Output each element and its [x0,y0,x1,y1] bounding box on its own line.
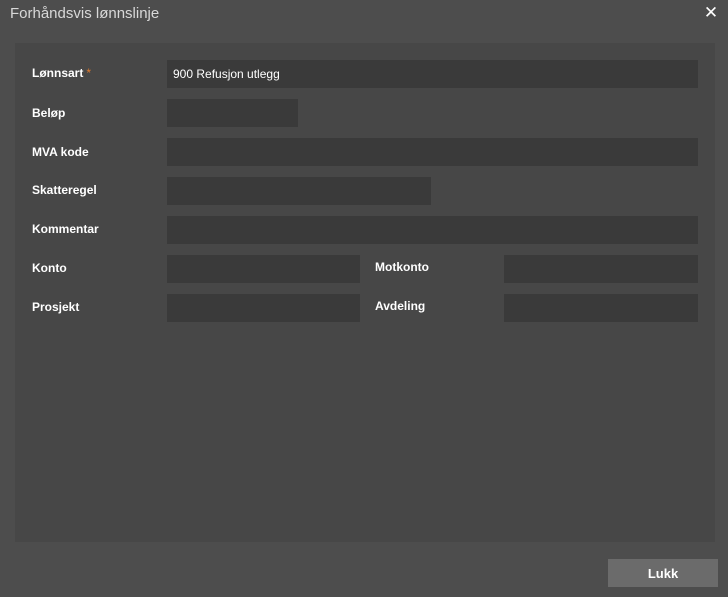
kommentar-field[interactable] [167,216,698,244]
prosjekt-field[interactable] [167,294,360,322]
close-icon[interactable]: ✕ [702,4,720,22]
skatteregel-field[interactable] [167,177,431,205]
avdeling-field[interactable] [504,294,698,322]
dialog-titlebar: Forhåndsvis lønnslinje ✕ [0,0,728,30]
lonnsart-label-text: Lønnsart [32,66,84,80]
prosjekt-label: Prosjekt [32,300,80,314]
mva-kode-field[interactable] [167,138,698,166]
dialog-title: Forhåndsvis lønnslinje [10,5,160,22]
close-button[interactable]: Lukk [608,559,718,587]
belop-label: Beløp [32,106,66,120]
mva-kode-label: MVA kode [32,145,89,159]
skatteregel-label: Skatteregel [32,183,97,197]
avdeling-label: Avdeling [375,299,426,313]
form-panel [15,43,715,542]
preview-salary-line-dialog: Forhåndsvis lønnslinje ✕ Lønnsart* Beløp… [0,0,728,597]
konto-label: Konto [32,261,67,275]
konto-field[interactable] [167,255,360,283]
belop-field[interactable] [167,99,298,127]
motkonto-label: Motkonto [375,260,429,274]
required-marker: * [86,66,92,80]
lonnsart-label: Lønnsart * [32,66,91,80]
motkonto-field[interactable] [504,255,698,283]
lonnsart-field[interactable] [167,60,698,88]
kommentar-label: Kommentar [32,222,99,236]
